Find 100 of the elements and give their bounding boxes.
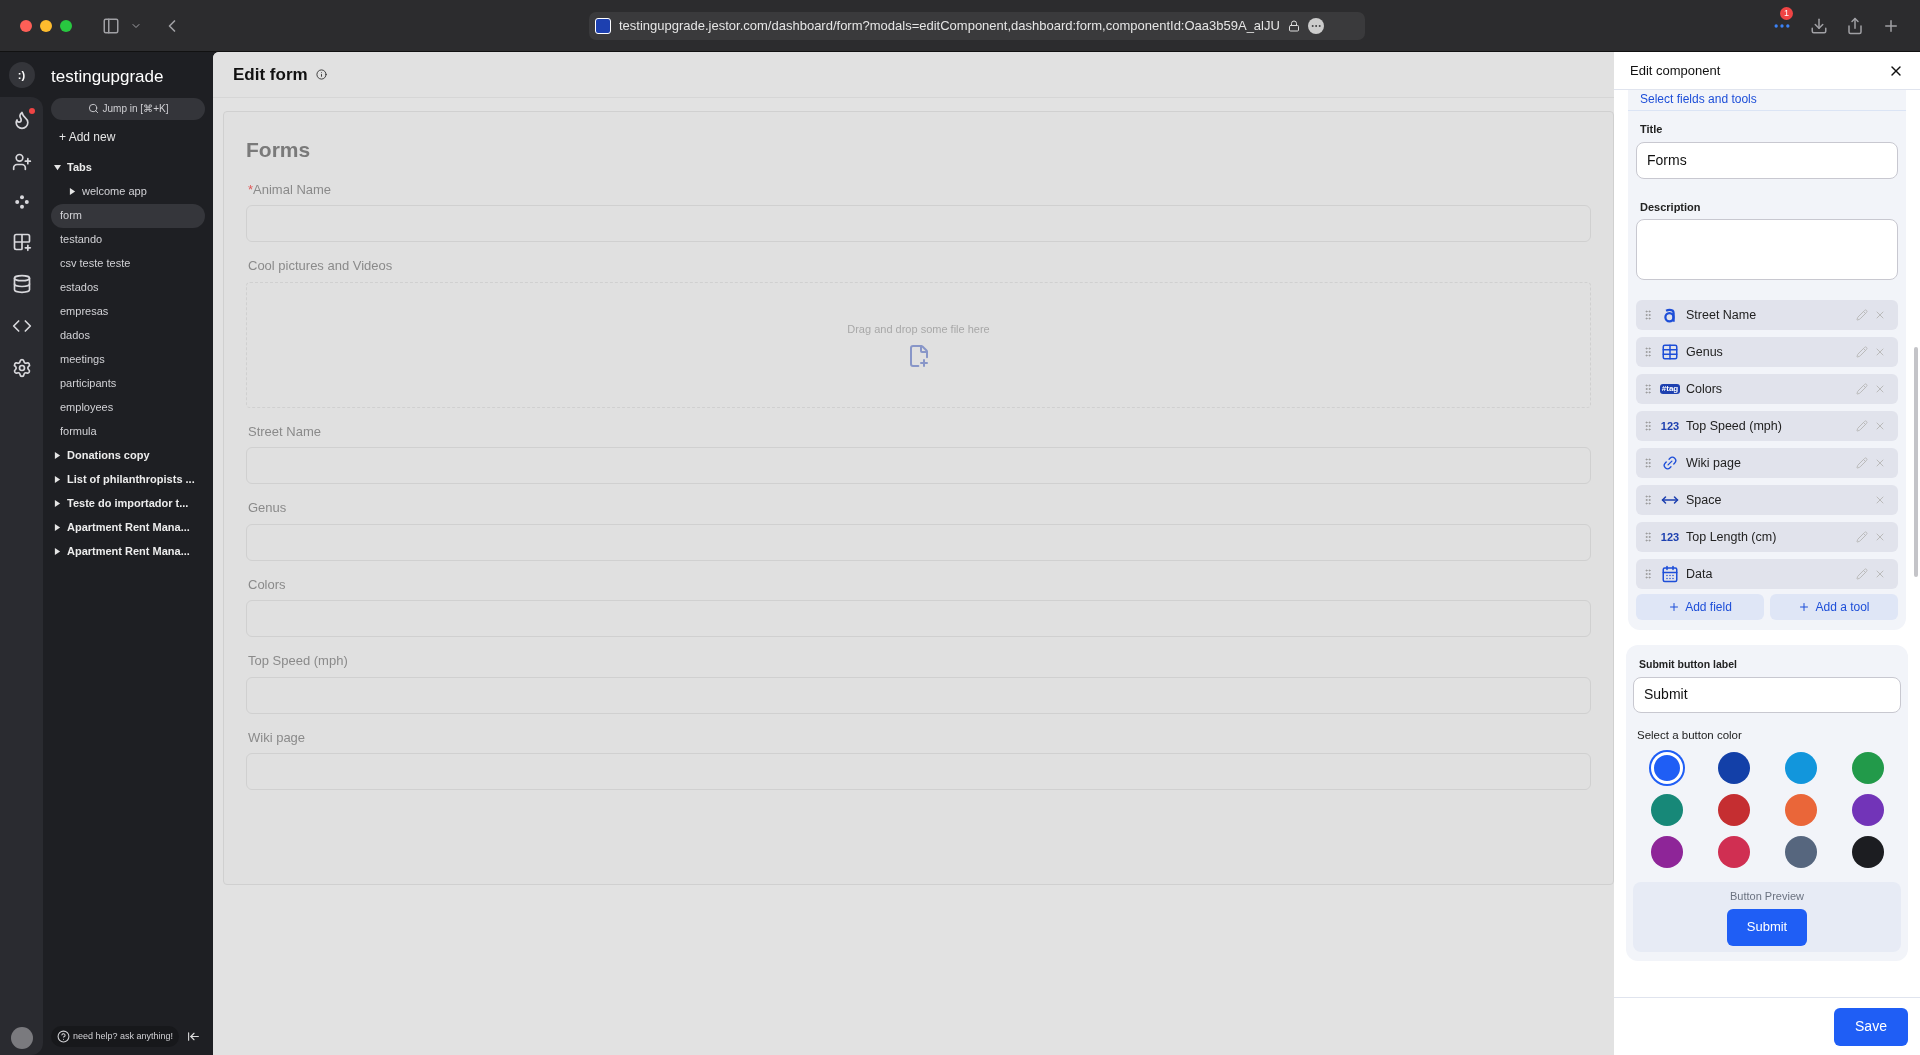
help-button[interactable]: need help? ask anything! (51, 1025, 180, 1047)
sidebar-item[interactable]: empresas (51, 299, 205, 324)
workspace-name: testingupgrade (51, 66, 165, 88)
sidebar-item[interactable]: meetings (51, 347, 205, 372)
app-logo[interactable]: :) (8, 62, 35, 88)
sidebar-item[interactable]: formula (51, 419, 205, 444)
sidebar-item[interactable]: Donations copy (51, 443, 205, 468)
submit-preview-button[interactable]: Submit (1726, 908, 1808, 946)
sidebar-item[interactable]: Apartment Rent Mana... (51, 515, 205, 540)
edit-icon[interactable] (1856, 383, 1868, 395)
edit-icon[interactable] (1856, 457, 1868, 469)
edit-icon[interactable] (1856, 309, 1868, 321)
address-bar[interactable]: testingupgrade.jestor.com/dashboard/form?modals=editComponent,dashboard:form,componentId:Oaa3b59A_alJU (589, 11, 1365, 40)
drag-handle-icon[interactable] (1642, 568, 1654, 580)
component-row[interactable]: 123 Top Length (cm) (1636, 522, 1898, 552)
drag-handle-icon[interactable] (1642, 457, 1654, 469)
info-icon[interactable] (315, 69, 327, 80)
close-window-icon[interactable] (20, 19, 32, 32)
maximize-window-icon[interactable] (60, 19, 72, 32)
color-swatch[interactable] (1717, 794, 1750, 826)
color-swatch[interactable] (1851, 752, 1884, 784)
avatar[interactable] (10, 1027, 33, 1049)
color-swatch[interactable] (1784, 836, 1817, 868)
drag-handle-icon[interactable] (1642, 420, 1654, 432)
color-swatch[interactable] (1784, 752, 1817, 784)
sidebar-item[interactable]: csv teste teste (51, 251, 205, 276)
remove-icon[interactable] (1874, 309, 1886, 321)
field-label: Street Name (247, 422, 322, 441)
title-input[interactable]: Forms (1636, 141, 1898, 179)
color-swatch[interactable] (1717, 836, 1750, 868)
color-swatch[interactable] (1650, 836, 1683, 868)
remove-icon[interactable] (1874, 457, 1886, 469)
drag-handle-icon[interactable] (1642, 383, 1654, 395)
description-input[interactable] (1636, 219, 1898, 280)
sidebar-item[interactable]: estados (51, 275, 205, 300)
sidebar-item[interactable]: Tabs (51, 155, 205, 180)
submit-label-input[interactable]: Submit (1633, 676, 1901, 713)
edit-icon[interactable] (1856, 568, 1868, 580)
add-tool-button[interactable]: Add a tool (1770, 594, 1898, 620)
sidebar-item[interactable]: welcome app (51, 179, 205, 204)
sidebar-item[interactable]: Teste do importador t... (51, 491, 205, 516)
drag-handle-icon[interactable] (1642, 494, 1654, 506)
edit-icon[interactable] (1856, 420, 1868, 432)
component-row[interactable]: Space (1636, 485, 1898, 515)
jump-search[interactable]: Jump in [⌘+K] (51, 97, 205, 120)
rail-button[interactable] (13, 194, 30, 210)
component-row[interactable]: Genus (1636, 337, 1898, 367)
component-label: Colors (1686, 380, 1724, 398)
sidebar-item[interactable]: Apartment Rent Mana... (51, 539, 205, 564)
more-icon[interactable] (1307, 17, 1324, 34)
form-title: Forms (246, 137, 312, 163)
remove-icon[interactable] (1874, 568, 1886, 580)
notification-badge: 1 (1780, 6, 1793, 20)
component-row[interactable]: Wiki page (1636, 448, 1898, 478)
save-button[interactable]: Save (1834, 1007, 1908, 1046)
remove-icon[interactable] (1874, 383, 1886, 395)
section-tab[interactable]: Select fields and tools (1628, 90, 1906, 111)
component-row[interactable]: 123 Top Speed (mph) (1636, 411, 1898, 441)
drag-handle-icon[interactable] (1642, 309, 1654, 321)
color-swatch[interactable] (1717, 752, 1750, 784)
remove-icon[interactable] (1874, 346, 1886, 358)
component-label: Data (1686, 565, 1714, 583)
drag-handle-icon[interactable] (1642, 531, 1654, 543)
component-row[interactable]: Data (1636, 559, 1898, 589)
component-row[interactable]: #tag Colors (1636, 374, 1898, 404)
collapse-sidebar-icon[interactable] (187, 1029, 201, 1043)
remove-icon[interactable] (1874, 494, 1886, 506)
sidebar-item[interactable]: participants (51, 371, 205, 396)
color-swatch[interactable] (1784, 794, 1817, 826)
preview-label: Button Preview (1730, 889, 1804, 904)
edit-icon[interactable] (1856, 346, 1868, 358)
tag-label: #tag (1659, 384, 1681, 394)
sidebar-item[interactable]: dados (51, 323, 205, 348)
rail-button[interactable] (11, 232, 32, 252)
sidebar-item[interactable]: List of philanthropists ... (51, 467, 205, 492)
drag-handle-icon[interactable] (1642, 346, 1654, 358)
color-swatch[interactable] (1851, 836, 1884, 868)
minimize-window-icon[interactable] (40, 19, 52, 32)
download-icon[interactable] (1810, 16, 1828, 35)
add-new-link[interactable]: + Add new (51, 127, 205, 146)
remove-icon[interactable] (1874, 420, 1886, 432)
edit-icon[interactable] (1856, 531, 1868, 543)
rail-button[interactable] (11, 152, 32, 172)
sidebar-item[interactable]: form (51, 203, 205, 228)
add-field-button[interactable]: Add field (1636, 594, 1764, 620)
share-icon[interactable] (1846, 16, 1864, 35)
color-swatch[interactable] (1650, 794, 1683, 826)
color-swatch[interactable] (1650, 752, 1683, 784)
sidebar-item[interactable]: employees (51, 395, 205, 420)
rail-button[interactable] (11, 274, 32, 294)
rail-button[interactable] (11, 358, 32, 378)
sidebar-toggle-icon[interactable] (102, 16, 120, 35)
lock-icon (1287, 19, 1300, 32)
component-row[interactable]: Street Name (1636, 300, 1898, 330)
field-label: Description (1639, 199, 1702, 215)
sidebar-item[interactable]: testando (51, 227, 205, 252)
remove-icon[interactable] (1874, 531, 1886, 543)
color-swatch[interactable] (1851, 794, 1884, 826)
field-label: Submit button label (1638, 657, 1738, 672)
field-label: *Animal Name (247, 180, 333, 199)
